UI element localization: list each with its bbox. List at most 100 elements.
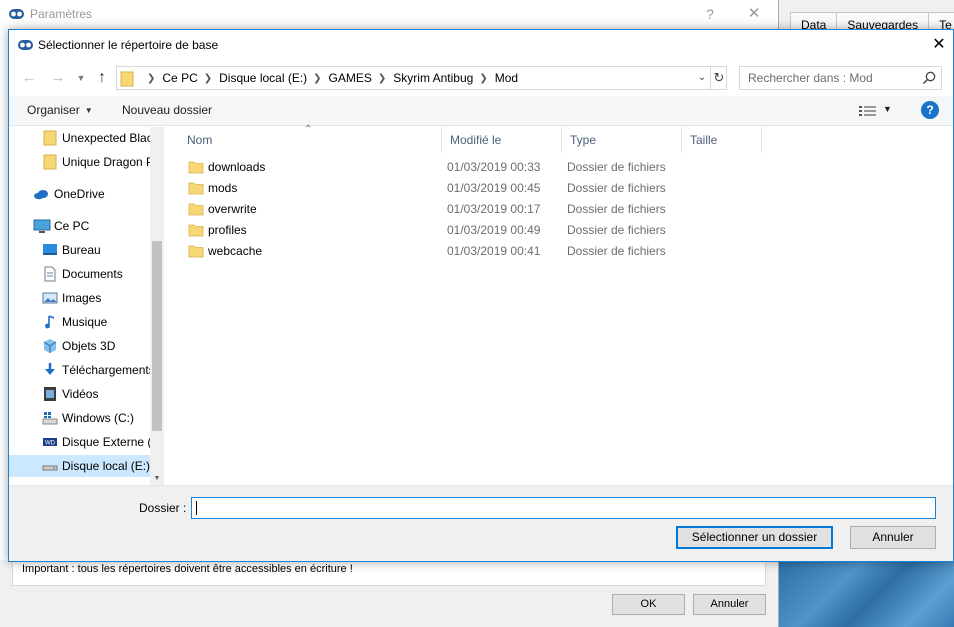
- file-row[interactable]: downloads 01/03/2019 00:33 Dossier de fich…: [179, 157, 769, 178]
- chevron-right-icon: ❯: [147, 72, 156, 84]
- file-type: Dossier de fichiers: [567, 244, 666, 258]
- view-dropdown-caret-icon[interactable]: ▼: [883, 104, 892, 114]
- refresh-icon[interactable]: ↻: [710, 67, 727, 89]
- file-name: mods: [208, 181, 238, 195]
- breadcrumb-item[interactable]: Disque local (E:): [219, 71, 307, 85]
- file-row[interactable]: profiles 01/03/2019 00:49 Dossier de fichi…: [179, 220, 769, 241]
- nav-item[interactable]: OneDrive: [9, 183, 150, 205]
- up-arrow-icon[interactable]: ↑: [92, 68, 112, 88]
- select-folder-button[interactable]: Sélectionner un dossier: [676, 526, 833, 549]
- nav-item[interactable]: Unique Dragon Priest: [9, 151, 150, 173]
- folder-picker-dialog: Sélectionner le répertoire de base ✕ ← →…: [8, 29, 954, 562]
- help-button[interactable]: ?: [921, 101, 939, 119]
- column-header-size[interactable]: Taille: [682, 127, 762, 153]
- recent-locations-chevron-icon[interactable]: ▼: [74, 68, 88, 88]
- nav-item-label: Vidéos: [62, 387, 99, 401]
- column-headers: ⌃ Nom Modifié le Type Taille: [164, 124, 953, 153]
- nav-item[interactable]: Windows (C:): [9, 407, 150, 429]
- scroll-down-icon[interactable]: ▼: [150, 473, 164, 485]
- settings-title-bar: Paramètres ? ✕: [0, 0, 778, 29]
- nav-item[interactable]: Ce PC: [9, 215, 150, 237]
- nav-item[interactable]: Disque local (E:): [9, 455, 150, 477]
- settings-note-box: Important : tous les répertoires doivent…: [12, 560, 766, 586]
- search-input[interactable]: [741, 68, 916, 88]
- breadcrumb-item[interactable]: Mod: [495, 71, 518, 85]
- address-history-chevron-icon[interactable]: ⌄: [696, 67, 708, 89]
- nav-item-label: Objets 3D: [62, 339, 116, 353]
- nav-item[interactable]: Téléchargements: [9, 359, 150, 381]
- ok-button[interactable]: OK: [612, 594, 685, 615]
- column-header-name[interactable]: Nom: [179, 127, 442, 153]
- folder-icon: [188, 202, 204, 216]
- breadcrumb-item[interactable]: GAMES: [329, 71, 372, 85]
- back-arrow-icon[interactable]: ←: [19, 68, 39, 88]
- column-header-type[interactable]: Type: [562, 127, 682, 153]
- nav-item[interactable]: WD Disque Externe (F:): [9, 431, 150, 453]
- 3d-objects-icon: [42, 338, 58, 354]
- file-row[interactable]: webcache 01/03/2019 00:41 Dossier de fichi…: [179, 241, 769, 262]
- folder-label: Dossier :: [139, 501, 187, 515]
- cancel-button[interactable]: Annuler: [850, 526, 936, 549]
- nav-item[interactable]: Vidéos: [9, 383, 150, 405]
- dialog-footer: Dossier : Sélectionner un dossier Annule…: [9, 485, 953, 561]
- nav-scroll-thumb[interactable]: [152, 241, 162, 431]
- file-modified: 01/03/2019 00:49: [447, 223, 541, 237]
- folder-icon: [188, 181, 204, 195]
- organize-label: Organiser: [27, 103, 80, 117]
- nav-item[interactable]: Musique: [9, 311, 150, 333]
- caret-down-icon: ▼: [84, 106, 93, 115]
- chevron-right-icon[interactable]: ❯: [479, 73, 487, 84]
- nav-item[interactable]: Bureau: [9, 239, 150, 261]
- dialog-close-button[interactable]: ✕: [922, 30, 954, 60]
- settings-help-button[interactable]: ?: [696, 2, 724, 26]
- file-modified: 01/03/2019 00:41: [447, 244, 541, 258]
- breadcrumb-item[interactable]: Skyrim Antibug: [393, 71, 473, 85]
- organize-button[interactable]: Organiser ▼: [27, 103, 93, 117]
- forward-arrow-icon[interactable]: →: [48, 68, 68, 88]
- address-bar[interactable]: ❯ Ce PC ❯ Disque local (E:) ❯ GAMES ❯ Sk…: [116, 66, 727, 90]
- nav-item[interactable]: Images: [9, 287, 150, 309]
- column-header-modified[interactable]: Modifié le: [442, 127, 562, 153]
- nav-item-label: Disque local (E:): [62, 459, 150, 473]
- nav-scrollbar[interactable]: ▼: [150, 127, 164, 485]
- chevron-right-icon[interactable]: ❯: [204, 73, 212, 84]
- nav-item-label: Unique Dragon Priest: [62, 155, 150, 169]
- onedrive-icon: [33, 186, 49, 202]
- file-modified: 01/03/2019 00:33: [447, 160, 541, 174]
- nav-item[interactable]: Documents: [9, 263, 150, 285]
- file-name: overwrite: [208, 202, 257, 216]
- folder-icon: [188, 244, 204, 258]
- file-modified: 01/03/2019 00:17: [447, 202, 541, 216]
- nav-item-label: Ce PC: [54, 219, 90, 233]
- file-name: webcache: [208, 244, 263, 258]
- downloads-icon: [42, 362, 58, 378]
- new-folder-button[interactable]: Nouveau dossier: [122, 103, 212, 117]
- folder-icon: [42, 154, 58, 170]
- file-row[interactable]: overwrite 01/03/2019 00:17 Dossier de fich…: [179, 199, 769, 220]
- app-logo-icon: [9, 8, 24, 22]
- nav-item-label: Bureau: [62, 243, 101, 257]
- pictures-icon: [42, 290, 58, 306]
- search-box[interactable]: [739, 66, 942, 90]
- file-row[interactable]: mods 01/03/2019 00:45 Dossier de fichiers: [179, 178, 769, 199]
- drive-icon: [42, 458, 58, 474]
- settings-cancel-button[interactable]: Annuler: [693, 594, 766, 615]
- file-type: Dossier de fichiers: [567, 160, 666, 174]
- app-logo-icon: [18, 39, 33, 53]
- folder-input[interactable]: [191, 497, 936, 519]
- chevron-right-icon[interactable]: ❯: [378, 73, 386, 84]
- folder-icon: [188, 223, 204, 237]
- file-type: Dossier de fichiers: [567, 181, 666, 195]
- nav-item[interactable]: Unexpected Black: [9, 127, 150, 149]
- settings-close-button[interactable]: ✕: [740, 2, 768, 26]
- breadcrumb-item[interactable]: Ce PC: [162, 71, 197, 85]
- file-name: downloads: [208, 160, 266, 174]
- view-options-icon[interactable]: [858, 103, 878, 119]
- file-list: ⌃ Nom Modifié le Type Taille downloads 01…: [164, 124, 953, 485]
- nav-item[interactable]: Objets 3D: [9, 335, 150, 357]
- svg-text:WD: WD: [45, 441, 56, 447]
- search-icon[interactable]: [921, 70, 937, 86]
- chevron-right-icon[interactable]: ❯: [313, 73, 321, 84]
- settings-title: Paramètres: [30, 7, 93, 21]
- nav-item-label: Musique: [62, 315, 108, 329]
